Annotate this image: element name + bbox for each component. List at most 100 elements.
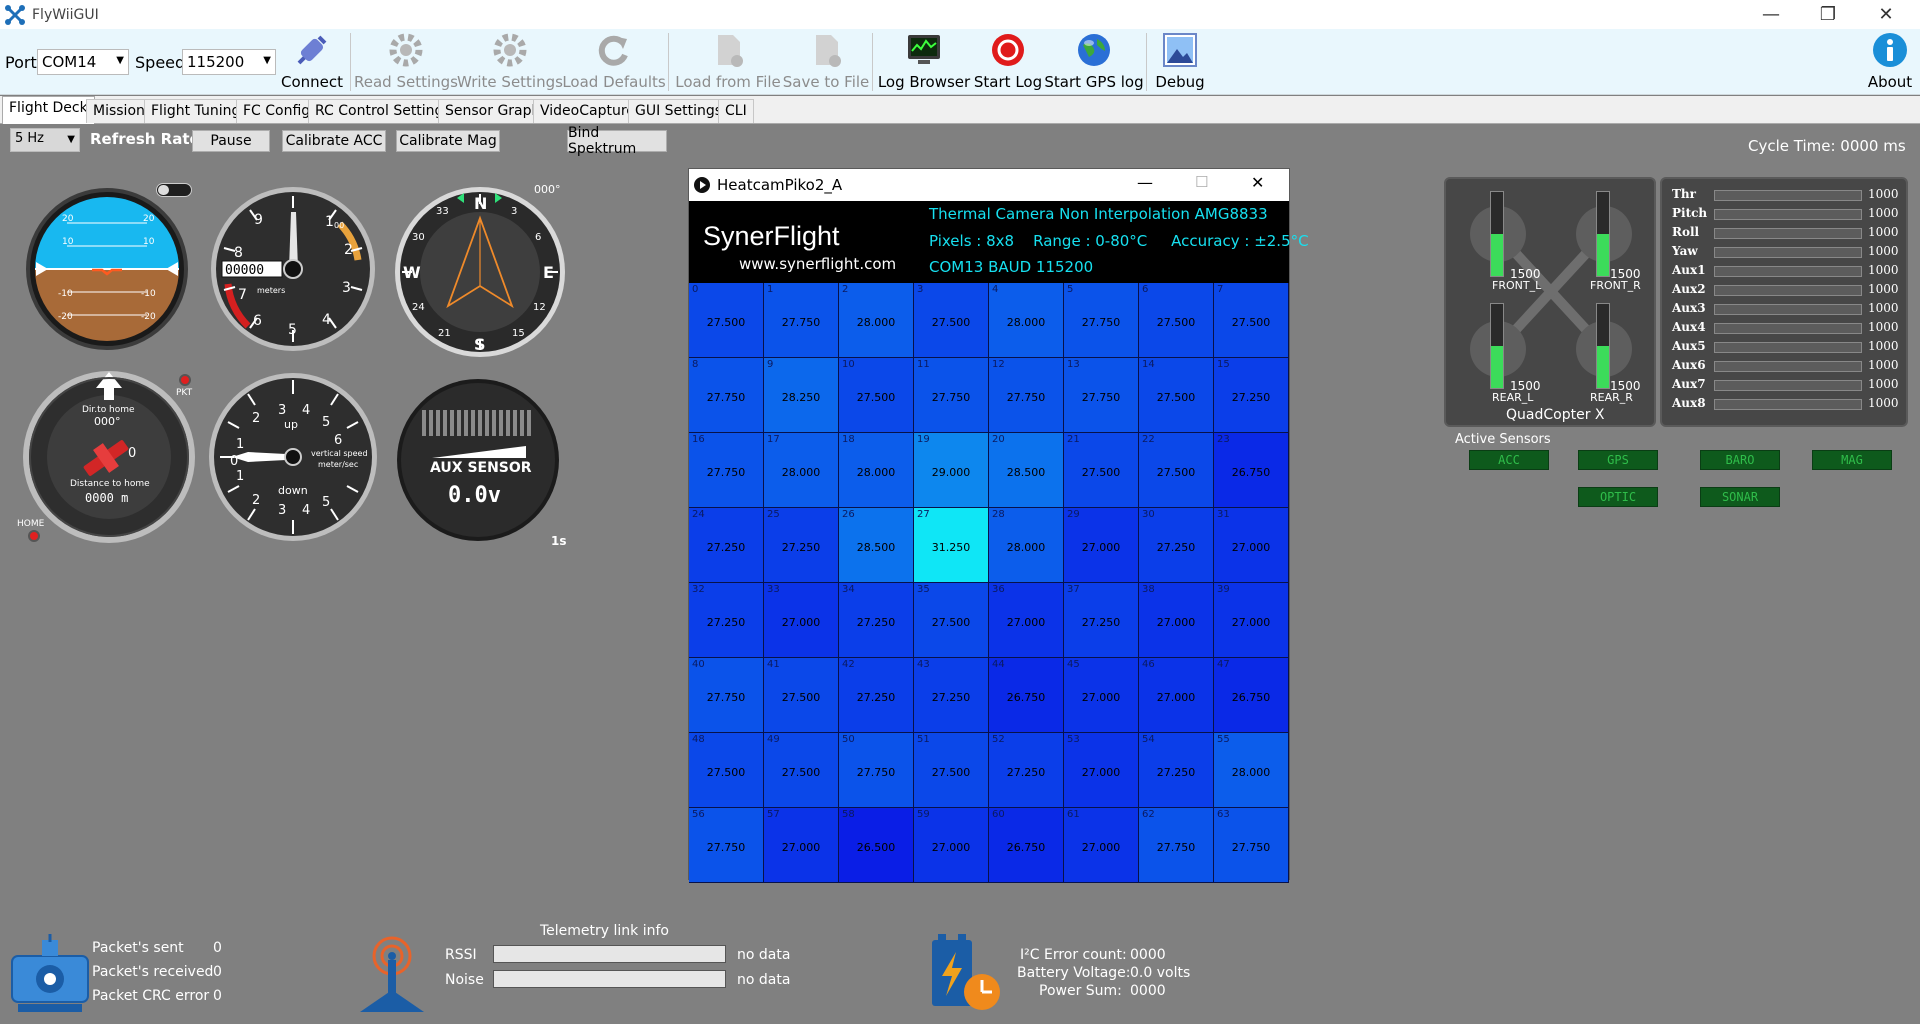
about-button[interactable]: About xyxy=(1862,31,1918,93)
thermal-cell-value: 27.000 xyxy=(1156,616,1196,629)
aux-time: 1s xyxy=(551,534,567,548)
speed-label: Speed xyxy=(135,53,186,72)
pkt-label: PKT xyxy=(176,388,193,398)
tab-gui-settings[interactable]: GUI Settings xyxy=(628,99,730,123)
thermal-cell-value: 28.500 xyxy=(1006,466,1046,479)
heatcam-minimize-button[interactable]: — xyxy=(1137,173,1153,192)
home-led-icon xyxy=(28,530,40,542)
thermal-cell-value: 27.500 xyxy=(781,766,821,779)
rc-channel-bar xyxy=(1714,285,1862,296)
thermal-cell: 20 28.500 xyxy=(989,433,1064,508)
altimeter-num: 3 xyxy=(342,280,351,296)
heading-tick: 33 xyxy=(436,206,449,217)
thermal-cell-index: 15 xyxy=(1217,359,1230,370)
refresh-rate-label: Refresh Rate xyxy=(90,130,200,148)
log-browser-button[interactable]: Log Browser xyxy=(878,31,970,93)
calibrate-mag-button[interactable]: Calibrate Mag xyxy=(396,130,500,152)
thermal-cell: 12 27.750 xyxy=(989,358,1064,433)
thermal-cell-value: 27.500 xyxy=(1231,316,1271,329)
thermal-cell-index: 36 xyxy=(992,584,1005,595)
thermal-cell-index: 34 xyxy=(842,584,855,595)
start-gps-log-button[interactable]: Start GPS log xyxy=(1044,31,1144,93)
thermal-cell-value: 27.750 xyxy=(1156,841,1196,854)
app-logo-icon xyxy=(5,4,25,25)
rc-channel-bar xyxy=(1714,399,1862,410)
tab-sensor-graph[interactable]: Sensor Graph xyxy=(438,99,548,123)
flywiigui-window: FlyWiiGUI — ❐ ✕ Port COM14 ▼ Speed 115200… xyxy=(0,0,1920,1024)
packets-received-value: 0 xyxy=(213,964,222,980)
close-button[interactable]: ✕ xyxy=(1858,0,1914,29)
thermal-cell-value: 27.000 xyxy=(1081,541,1121,554)
thermal-cell-value: 27.500 xyxy=(856,391,896,404)
read-settings-label: Read Settings xyxy=(354,73,458,91)
thermal-cell-index: 17 xyxy=(767,434,780,445)
bind-spektrum-button[interactable]: Bind Spektrum xyxy=(567,125,667,157)
thermal-cell-index: 41 xyxy=(767,659,780,670)
tab-flight-tuning[interactable]: Flight Tuning xyxy=(144,99,248,123)
port-select[interactable]: COM14 ▼ xyxy=(37,49,129,75)
tab-flight-deck[interactable]: Flight Deck xyxy=(2,96,95,124)
thermal-cell-value: 27.500 xyxy=(1081,466,1121,479)
altimeter-num: 5 xyxy=(288,322,297,338)
chevron-down-icon: ▼ xyxy=(67,134,75,145)
heatcam-url: www.synerflight.com xyxy=(739,255,897,273)
thermal-cell-value: 27.750 xyxy=(781,316,821,329)
vertical-speed-gauge: 0 1 2 3 4 5 6 1 2 3 4 5 up down vertical… xyxy=(209,373,377,541)
vario-num: 6 xyxy=(334,433,342,448)
heatcam-line2: Pixels : 8x8 Range : 0-80°C Accuracy : ±… xyxy=(929,232,1309,250)
altimeter-num: 4 xyxy=(322,312,331,328)
load-from-file-button[interactable]: Load from File xyxy=(675,31,781,93)
thermal-cell-index: 50 xyxy=(842,734,855,745)
tab-videocapture[interactable]: VideoCapture xyxy=(533,99,642,123)
read-settings-button[interactable]: Read Settings xyxy=(354,31,458,93)
noise-bar xyxy=(493,970,726,988)
debug-button[interactable]: Debug xyxy=(1152,31,1208,93)
rc-channel-value: 1000 xyxy=(1868,187,1899,201)
write-settings-button[interactable]: Write Settings xyxy=(457,31,563,93)
tab-fc-config[interactable]: FC Config xyxy=(236,99,318,123)
thermal-cell-value: 28.000 xyxy=(1231,766,1271,779)
heatcam-maximize-button[interactable]: ☐ xyxy=(1195,173,1208,191)
vario-num: 1 xyxy=(236,437,244,452)
home-dist-value: 0000 m xyxy=(85,491,129,505)
thermal-cell: 5 27.750 xyxy=(1064,283,1139,358)
thermal-cell-index: 37 xyxy=(1067,584,1080,595)
rc-channel-bar xyxy=(1714,190,1862,201)
start-log-button[interactable]: Start Log xyxy=(974,31,1042,93)
thermal-cell-index: 14 xyxy=(1142,359,1155,370)
thermal-cell-value: 27.250 xyxy=(1081,616,1121,629)
thermal-cell: 9 28.250 xyxy=(764,358,839,433)
connect-button[interactable]: Connect xyxy=(281,31,343,93)
pause-button[interactable]: Pause xyxy=(192,130,270,152)
minimize-button[interactable]: — xyxy=(1743,0,1799,29)
refresh-rate-select[interactable]: 5 Hz ▼ xyxy=(10,128,80,152)
heatcam-close-button[interactable]: ✕ xyxy=(1251,173,1264,192)
tab-mission[interactable]: Mission xyxy=(86,99,152,123)
thermal-cell-index: 24 xyxy=(692,509,705,520)
thermal-cell-value: 28.000 xyxy=(856,316,896,329)
rc-channel-bar xyxy=(1714,342,1862,353)
save-to-file-button[interactable]: Save to File xyxy=(783,31,869,93)
thermal-cell-value: 27.000 xyxy=(1081,841,1121,854)
thermal-cell-index: 47 xyxy=(1217,659,1230,670)
thermal-cell: 44 26.750 xyxy=(989,658,1064,733)
calibrate-acc-button[interactable]: Calibrate ACC xyxy=(282,130,386,152)
attitude-toggle[interactable] xyxy=(156,183,192,197)
battery-value: 0.0 volts xyxy=(1130,965,1191,981)
thermal-cell-index: 46 xyxy=(1142,659,1155,670)
thermal-cell-value: 27.250 xyxy=(931,691,971,704)
sensor-acc-badge: ACC xyxy=(1469,450,1549,470)
thermal-cell: 54 27.250 xyxy=(1139,733,1214,808)
altimeter-num: 8 xyxy=(234,245,243,261)
load-defaults-button[interactable]: Load Defaults xyxy=(562,31,666,93)
thermal-cell-index: 19 xyxy=(917,434,930,445)
heatcam-title: HeatcamPiko2_A xyxy=(717,176,843,194)
tab-rc-control-settings[interactable]: RC Control Settings xyxy=(308,99,458,123)
thermal-cell: 34 27.250 xyxy=(839,583,914,658)
vario-num: 5 xyxy=(322,495,330,510)
thermal-cell-index: 25 xyxy=(767,509,780,520)
restore-button[interactable]: ❐ xyxy=(1800,0,1856,29)
thermal-cell: 18 28.000 xyxy=(839,433,914,508)
tab-cli[interactable]: CLI xyxy=(718,99,754,123)
speed-select[interactable]: 115200 ▼ xyxy=(182,49,276,75)
